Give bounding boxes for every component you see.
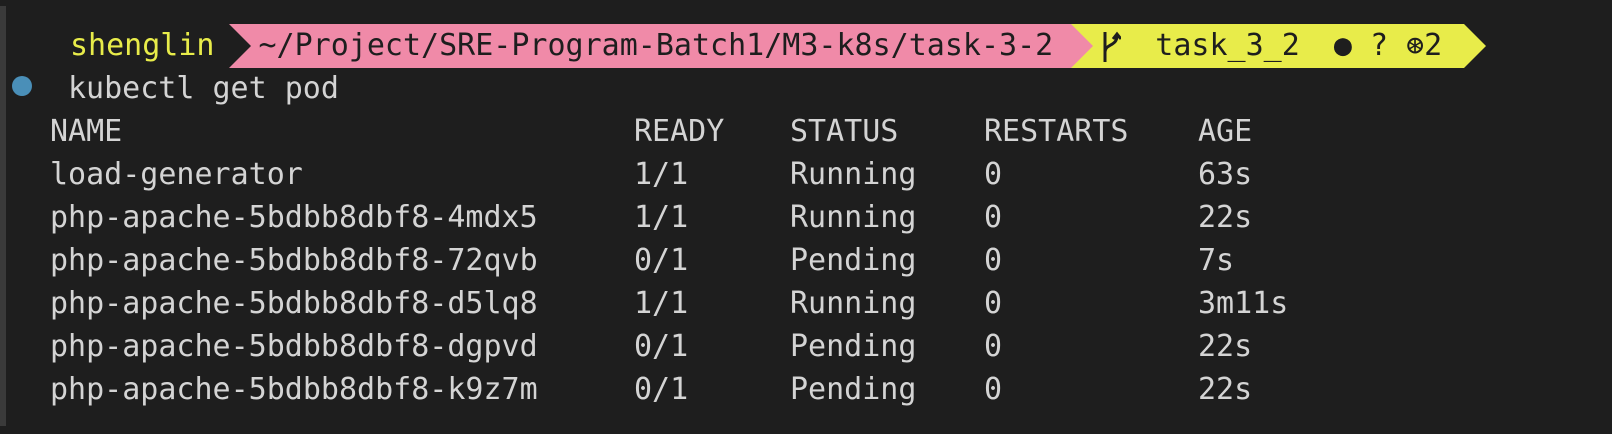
pod-age: 22s <box>1198 329 1253 364</box>
pod-status: Pending <box>790 329 917 364</box>
table-row: load-generator 1/1 Running 0 63s <box>50 153 1252 196</box>
shell-prompt: shenglin ~/Project/SRE-Program-Batch1/M3… <box>52 24 1487 68</box>
pod-age: 63s <box>1198 157 1253 192</box>
pod-restarts: 0 <box>984 243 1003 278</box>
pod-status: Running <box>790 200 917 235</box>
segment-separator <box>1071 24 1094 68</box>
pod-age: 3m11s <box>1198 286 1289 321</box>
prompt-user-segment: shenglin <box>52 24 251 68</box>
prompt-branch: task_3_2 <box>1155 28 1300 63</box>
pod-restarts: 0 <box>984 157 1003 192</box>
terminal-window[interactable]: shenglin ~/Project/SRE-Program-Batch1/M3… <box>0 0 1612 434</box>
header-name: NAME <box>50 114 123 149</box>
table-row: php-apache-5bdbb8dbf8-dgpvd 0/1 Pending … <box>50 325 1252 368</box>
prompt-path: ~/Project/SRE-Program-Batch1/M3-k8s/task… <box>258 28 1054 63</box>
pod-restarts: 0 <box>984 329 1003 364</box>
pod-ready: 1/1 <box>634 200 689 235</box>
prompt-git-status: ● ? ⊛2 <box>1333 28 1443 63</box>
table-row: php-apache-5bdbb8dbf8-4mdx5 1/1 Running … <box>50 196 1252 239</box>
pod-ready: 1/1 <box>634 157 689 192</box>
table-row: php-apache-5bdbb8dbf8-k9z7m 0/1 Pending … <box>50 368 1252 411</box>
pod-table: NAME READY STATUS RESTARTS AGE load-gene… <box>50 110 1288 411</box>
pod-age: 22s <box>1198 372 1253 407</box>
pod-name: php-apache-5bdbb8dbf8-dgpvd <box>50 329 538 364</box>
pod-status: Running <box>790 157 917 192</box>
pod-restarts: 0 <box>984 286 1003 321</box>
prompt-git-segment: task_3_2 ● ? ⊛2 <box>1071 24 1487 68</box>
prompt-user: shenglin <box>70 28 215 63</box>
pod-name: php-apache-5bdbb8dbf8-k9z7m <box>50 372 538 407</box>
gutter-line <box>0 6 6 426</box>
header-restarts: RESTARTS <box>984 114 1129 149</box>
pod-name: load-generator <box>50 157 303 192</box>
table-row: php-apache-5bdbb8dbf8-72qvb 0/1 Pending … <box>50 239 1234 282</box>
header-age: AGE <box>1198 114 1253 149</box>
pod-ready: 1/1 <box>634 286 689 321</box>
pod-name: php-apache-5bdbb8dbf8-d5lq8 <box>50 286 538 321</box>
header-status: STATUS <box>790 114 899 149</box>
pod-ready: 0/1 <box>634 243 689 278</box>
pod-status: Pending <box>790 372 917 407</box>
segment-separator <box>1464 24 1487 68</box>
command-line[interactable]: kubectl get pod <box>68 68 339 110</box>
prompt-path-segment: ~/Project/SRE-Program-Batch1/M3-k8s/task… <box>228 24 1094 68</box>
pod-ready: 0/1 <box>634 329 689 364</box>
pod-name: php-apache-5bdbb8dbf8-4mdx5 <box>50 200 538 235</box>
command-status-dot <box>12 76 32 96</box>
table-row: php-apache-5bdbb8dbf8-d5lq8 1/1 Running … <box>50 282 1288 325</box>
table-header-row: NAME READY STATUS RESTARTS AGE <box>50 110 1252 153</box>
pod-status: Pending <box>790 243 917 278</box>
pod-ready: 0/1 <box>634 372 689 407</box>
pod-age: 22s <box>1198 200 1253 235</box>
pod-status: Running <box>790 286 917 321</box>
segment-separator <box>228 24 251 68</box>
pod-restarts: 0 <box>984 200 1003 235</box>
pod-age: 7s <box>1198 243 1235 278</box>
pod-restarts: 0 <box>984 372 1003 407</box>
pod-name: php-apache-5bdbb8dbf8-72qvb <box>50 243 538 278</box>
header-ready: READY <box>634 114 725 149</box>
git-branch-icon <box>1101 24 1123 68</box>
